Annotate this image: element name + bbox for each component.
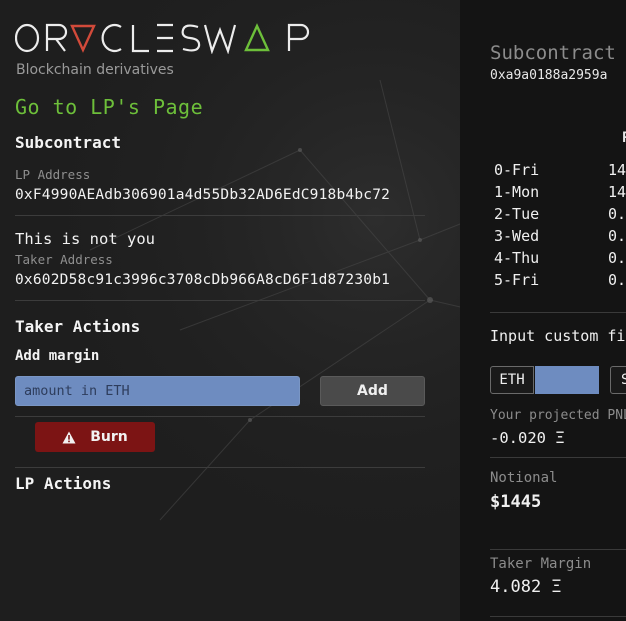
warning-icon xyxy=(62,431,76,443)
go-to-lp-page-link[interactable]: Go to LP's Page xyxy=(15,95,203,119)
schedule-value: 14 xyxy=(608,183,626,201)
eth-unit-label: ETH xyxy=(490,366,534,394)
lp-address-label: LP Address xyxy=(15,167,91,182)
subcontract-detail-panel: Subcontract 0xa9a0188a2959a P 0-Fri 14 1… xyxy=(460,0,626,621)
schedule-day: 5-Fri xyxy=(494,271,540,289)
burn-button-label: Burn xyxy=(90,429,128,445)
lp-address-value: 0xF4990AEAdb306901a4d55Db32AD6EdC918b4bc… xyxy=(15,187,391,203)
schedule-day: 4-Thu xyxy=(494,249,540,267)
schedule-day: 3-Wed xyxy=(494,227,540,245)
taker-address-value: 0x602D58c91c3996c3708cDb966A8cD6F1d87230… xyxy=(15,272,391,288)
taker-address-label: Taker Address xyxy=(15,252,113,267)
notional-value: $1445 xyxy=(490,492,542,512)
schedule-value: 14 xyxy=(608,161,626,179)
add-margin-button[interactable]: Add xyxy=(320,376,425,406)
not-you-notice: This is not you xyxy=(15,230,155,248)
divider xyxy=(15,215,425,216)
schedule-value: 0. xyxy=(608,271,626,289)
pnl-label: Your projected PNL xyxy=(490,408,626,423)
schedule-day: 2-Tue xyxy=(494,205,540,223)
custom-input-label: Input custom fi xyxy=(490,327,626,345)
divider xyxy=(490,549,626,550)
taker-margin-label: Taker Margin xyxy=(490,556,592,572)
margin-amount-input[interactable] xyxy=(15,376,300,406)
divider xyxy=(15,300,425,301)
divider xyxy=(490,457,626,458)
tagline: Blockchain derivatives xyxy=(16,62,174,78)
taker-margin-value: 4.082 Ξ xyxy=(490,577,562,597)
schedule-value: 0. xyxy=(608,227,626,245)
schedule-value: 0. xyxy=(608,249,626,267)
schedule-day: 1-Mon xyxy=(494,183,540,201)
detail-address: 0xa9a0188a2959a xyxy=(490,68,608,83)
divider xyxy=(15,416,425,417)
schedule-day: 0-Fri xyxy=(494,161,540,179)
schedule-value: 0. xyxy=(608,205,626,223)
divider xyxy=(490,616,626,617)
notional-label: Notional xyxy=(490,470,558,486)
custom-amount-input[interactable] xyxy=(535,366,599,394)
oracleswap-logo xyxy=(15,23,310,54)
subcontract-panel: Blockchain derivatives Go to LP's Page S… xyxy=(0,0,460,621)
schedule-column-header: P xyxy=(622,130,626,146)
detail-title: Subcontract xyxy=(490,42,616,64)
pnl-value: -0.020 Ξ xyxy=(490,429,565,447)
subcontract-heading: Subcontract xyxy=(15,133,121,152)
submit-custom-button[interactable]: S xyxy=(610,366,626,394)
burn-button[interactable]: Burn xyxy=(35,422,155,452)
lp-actions-heading: LP Actions xyxy=(15,474,112,493)
divider xyxy=(15,467,425,468)
divider xyxy=(490,312,626,313)
taker-actions-heading: Taker Actions xyxy=(15,317,141,336)
add-margin-label: Add margin xyxy=(15,348,100,364)
